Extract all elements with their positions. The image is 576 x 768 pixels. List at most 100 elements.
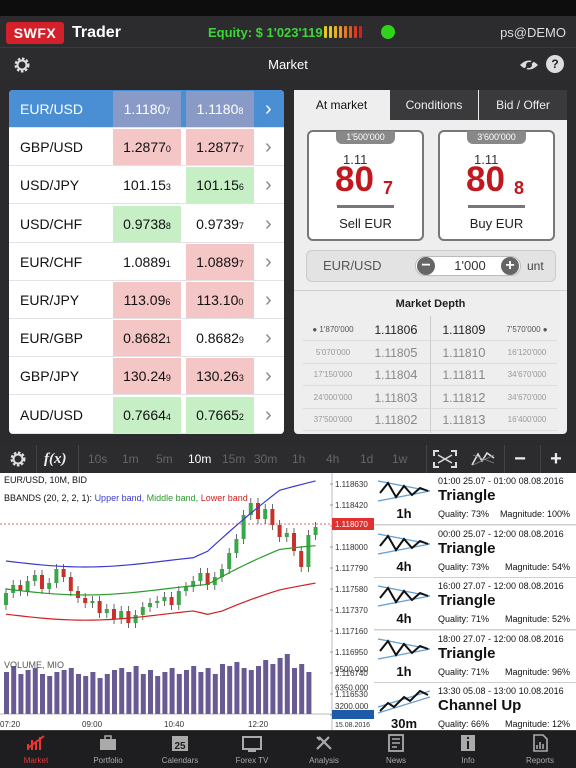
tab-portfolio[interactable]: Portfolio [72, 733, 144, 767]
pattern-item[interactable]: 4h 16:00 27.07 - 12:00 08.08.2016 Triangle… [374, 578, 576, 630]
candle [68, 577, 73, 591]
fullscreen-icon[interactable] [432, 449, 458, 469]
chevron-right-icon[interactable]: › [265, 128, 272, 166]
ask-price[interactable]: 0.76652 [186, 396, 254, 433]
volume-tick-label: 6350.000 [335, 684, 369, 693]
timeframe-1m[interactable]: 1m [122, 445, 139, 473]
help-icon[interactable]: ? [546, 55, 564, 73]
volume-bar [256, 666, 261, 714]
ask-price[interactable]: 0.86829 [186, 320, 254, 356]
watchlist-row-usdchf[interactable]: USD/CHF 0.97388 0.97397 › [9, 205, 284, 243]
bid-price[interactable]: 0.97388 [113, 205, 181, 242]
depth-bid-price: 1.11806 [374, 322, 418, 337]
timeframe-1d[interactable]: 1d [360, 445, 373, 473]
depth-ask-price: 1.11813 [442, 412, 486, 427]
user-account[interactable]: ps@DEMO [500, 23, 566, 43]
ask-price[interactable]: 0.97397 [186, 206, 254, 242]
symbol-label: EUR/USD [20, 101, 84, 117]
increase-quantity-button[interactable]: + [501, 257, 519, 275]
tab-analysis[interactable]: Analysis [288, 733, 360, 767]
bid-price[interactable]: 0.86821 [113, 320, 181, 357]
timeframe-30m[interactable]: 30m [254, 445, 277, 473]
sell-button[interactable]: 1'500'000 1.11 80 7 Sell EUR [307, 130, 424, 241]
chevron-right-icon[interactable]: › [265, 205, 272, 243]
price-tick-label: 1.117370 [335, 606, 368, 615]
chart-title: EUR/USD, 10M, BID [4, 475, 88, 485]
tab-calendars[interactable]: 25 Calendars [144, 733, 216, 767]
timeframe-4h[interactable]: 4h [326, 445, 339, 473]
chevron-right-icon[interactable]: › [265, 90, 272, 128]
candle [263, 509, 268, 519]
bid-price[interactable]: 101.153 [113, 167, 181, 203]
chevron-right-icon[interactable]: › [265, 396, 272, 434]
chart-settings-gear-icon[interactable] [8, 449, 28, 469]
pattern-item[interactable]: 4h 00:00 25.07 - 12:00 08.08.2016 Triangle… [374, 525, 576, 578]
watchlist-row-usdjpy[interactable]: USD/JPY 101.153 101.156 › [9, 166, 284, 205]
bid-price[interactable]: 1.28770 [113, 129, 181, 166]
candle [176, 591, 181, 605]
candle [270, 509, 275, 525]
watchlist-row-eurgbp[interactable]: EUR/GBP 0.86821 0.86829 › [9, 319, 284, 358]
depth-ask-price: 1.11809 [442, 322, 486, 337]
price-tick-label: 1.116950 [335, 648, 368, 657]
ask-price[interactable]: 1.11808 [186, 91, 254, 127]
watchlist-row-eurusd[interactable]: EUR/USD 1.11807 1.11808 › [9, 90, 284, 128]
timeframe-10s[interactable]: 10s [88, 445, 107, 473]
watchlist-row-eurjpy[interactable]: EUR/JPY 113.096 113.100 › [9, 281, 284, 319]
chevron-right-icon[interactable]: › [265, 357, 272, 395]
ask-price[interactable]: 1.28777 [186, 129, 254, 166]
tab-info[interactable]: Info [432, 733, 504, 767]
bid-price[interactable]: 113.096 [113, 282, 181, 318]
bid-price[interactable]: 1.08891 [113, 244, 181, 280]
candle [148, 603, 152, 607]
triangle-pattern-icon [377, 480, 431, 502]
tab-at-market[interactable]: At market [294, 90, 389, 120]
pattern-item[interactable]: 30m 13:30 05.08 - 13:00 10.08.2016 Channel… [374, 683, 576, 735]
tab-news[interactable]: News [360, 733, 432, 767]
pattern-recognition-icon[interactable] [470, 449, 496, 469]
volume-bar [234, 662, 240, 714]
chevron-right-icon[interactable]: › [265, 243, 272, 281]
timeframe-5m[interactable]: 5m [156, 445, 173, 473]
buy-button[interactable]: 3'600'000 1.11 80 8 Buy EUR [438, 130, 555, 241]
zoom-in-button[interactable]: + [546, 445, 566, 473]
tab-reports[interactable]: Reports [504, 733, 576, 767]
bid-price[interactable]: 130.249 [113, 358, 181, 395]
volume-bar [155, 676, 161, 714]
timeframe-1h[interactable]: 1h [292, 445, 305, 473]
tab-forex-tv[interactable]: Forex TV [216, 733, 288, 767]
tab-bid-offer[interactable]: Bid / Offer [479, 90, 567, 120]
timeframe-15m[interactable]: 15m [222, 445, 245, 473]
watchlist-row-audusd[interactable]: AUD/USD 0.76644 0.76652 › [9, 396, 284, 434]
ask-price[interactable]: 1.08897 [186, 243, 254, 280]
watchlist-row-eurchf[interactable]: EUR/CHF 1.08891 1.08897 › [9, 243, 284, 281]
quantity-input[interactable]: 1'000 [439, 256, 501, 276]
pattern-timeframe: 30m [390, 716, 418, 731]
timeframe-10m[interactable]: 10m [188, 445, 211, 473]
equity-value: Equity: $ 1'023'119 [208, 25, 323, 40]
timeframe-1w[interactable]: 1w [392, 445, 407, 473]
ask-price[interactable]: 130.263 [186, 358, 254, 395]
watchlist-row-gbpusd[interactable]: GBP/USD 1.28770 1.28777 › [9, 128, 284, 167]
tab-market[interactable]: Market [0, 733, 72, 767]
chevron-right-icon[interactable]: › [265, 281, 272, 319]
bid-price[interactable]: 1.11807 [113, 91, 181, 127]
tab-conditions[interactable]: Conditions [390, 90, 478, 120]
bid-price[interactable]: 0.76644 [113, 396, 181, 433]
connection-status-icon [381, 25, 395, 39]
privacy-eye-icon[interactable] [519, 57, 539, 73]
price-chart[interactable]: 1.1186301.1184201.1182101.1180001.117790… [0, 473, 374, 730]
bid-volume: 24'000'000 [313, 392, 353, 402]
ask-price[interactable]: 101.156 [186, 167, 254, 204]
ask-price[interactable]: 113.100 [186, 282, 254, 318]
watchlist-row-gbpjpy[interactable]: GBP/JPY 130.249 130.263 › [9, 357, 284, 396]
pattern-item[interactable]: 1h 18:00 27.07 - 12:00 08.08.2016 Triangle… [374, 630, 576, 683]
indicator-function-button[interactable]: f(x) [44, 445, 67, 473]
chevron-right-icon[interactable]: › [265, 319, 272, 357]
zoom-out-button[interactable]: − [510, 445, 530, 473]
pattern-item[interactable]: 1h 01:00 25.07 - 01:00 08.08.2016 Triangle… [374, 473, 576, 525]
bid-volume: 5'070'000 [315, 347, 351, 357]
time-tick-label: 10:40 [164, 720, 185, 729]
decrease-quantity-button[interactable]: − [417, 257, 435, 275]
chevron-right-icon[interactable]: › [265, 166, 272, 204]
